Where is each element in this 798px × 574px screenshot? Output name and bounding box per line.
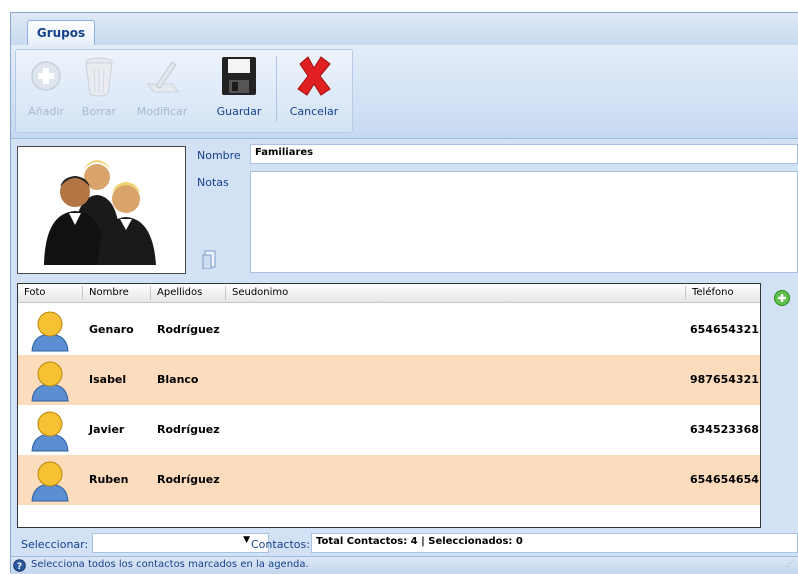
add-icon	[31, 61, 61, 91]
ribbon-tabstrip: Grupos	[11, 13, 798, 47]
status-bar: ? Selecciona todos los contactos marcado…	[11, 556, 798, 574]
delete-button[interactable]: Borrar	[74, 52, 124, 122]
contact-photo-icon	[31, 311, 69, 352]
save-label: Guardar	[216, 105, 262, 118]
contact-photo-icon	[31, 411, 69, 452]
contacts-label: Contactos:	[251, 538, 310, 551]
contact-photo-icon	[31, 361, 69, 402]
contact-name: Isabel	[89, 373, 127, 386]
modify-label: Modificar	[136, 105, 188, 118]
contact-surname: Rodríguez	[157, 423, 220, 436]
contact-phone: 987654321	[690, 373, 759, 386]
table-row[interactable]: Genaro Rodríguez 654654321	[18, 305, 760, 355]
header-separator	[150, 286, 151, 300]
contact-surname: Rodríguez	[157, 473, 220, 486]
header-alias[interactable]: Seudonimo	[232, 287, 288, 298]
group-users-icon	[44, 160, 156, 265]
table-row[interactable]: Javier Rodríguez 634523368	[18, 405, 760, 455]
table-row[interactable]: Ruben Rodríguez 654654654	[18, 455, 760, 505]
select-dropdown[interactable]: ▼	[92, 533, 269, 553]
header-separator	[225, 286, 226, 300]
table-row[interactable]: Isabel Blanco 987654321	[18, 355, 760, 405]
select-label: Seleccionar:	[21, 538, 89, 551]
floppy-disk-icon	[222, 57, 256, 95]
chevron-down-icon: ▼	[243, 535, 250, 545]
tab-grupos[interactable]: Grupos	[27, 20, 95, 47]
header-name[interactable]: Nombre	[89, 287, 129, 298]
header-surname[interactable]: Apellidos	[157, 287, 202, 298]
cancel-button[interactable]: Cancelar	[286, 52, 342, 122]
main-window: Grupos Añadir Borrar Modificar Guardar C…	[10, 12, 798, 574]
header-photo[interactable]: Foto	[24, 287, 46, 298]
table-header: Foto Nombre Apellidos Seudonimo Teléfono	[18, 284, 760, 303]
edit-icon	[147, 61, 179, 93]
contacts-table: Foto Nombre Apellidos Seudonimo Teléfono…	[17, 283, 761, 528]
notes-field[interactable]	[250, 171, 798, 273]
save-button[interactable]: Guardar	[212, 52, 266, 122]
add-label: Añadir	[28, 105, 64, 118]
header-phone[interactable]: Teléfono	[692, 287, 734, 298]
contact-phone: 634523368	[690, 423, 759, 436]
name-value: Familiares	[255, 147, 314, 158]
header-separator	[685, 286, 686, 300]
name-field[interactable]: Familiares	[250, 144, 798, 164]
cancel-label: Cancelar	[289, 105, 339, 118]
ribbon-separator	[276, 56, 277, 122]
add-contact-icon[interactable]	[773, 289, 791, 307]
cancel-x-icon	[297, 56, 331, 96]
ribbon-group-actions: Añadir Borrar Modificar Guardar Cancelar	[15, 49, 353, 133]
contact-name: Ruben	[89, 473, 129, 486]
contact-name: Javier	[89, 423, 125, 436]
contact-phone: 654654654	[690, 473, 759, 486]
notes-label: Notas	[197, 176, 229, 189]
contact-surname: Rodríguez	[157, 323, 220, 336]
contact-phone: 654654321	[690, 323, 759, 336]
svg-text:?: ?	[17, 562, 22, 572]
contact-photo-icon	[31, 461, 69, 502]
header-separator	[82, 286, 83, 300]
contact-surname: Blanco	[157, 373, 199, 386]
contact-name: Genaro	[89, 323, 134, 336]
contacts-summary: Total Contactos: 4 | Seleccionados: 0	[316, 536, 523, 547]
ribbon: Añadir Borrar Modificar Guardar Cancelar	[11, 45, 798, 139]
contacts-summary-field: Total Contactos: 4 | Seleccionados: 0	[311, 533, 798, 553]
trash-icon	[85, 57, 113, 97]
help-icon: ?	[13, 559, 26, 572]
delete-label: Borrar	[81, 105, 117, 118]
notes-attach-icon[interactable]	[201, 249, 217, 269]
resize-grip-icon[interactable]: ⋰	[786, 559, 795, 569]
status-text: Selecciona todos los contactos marcados …	[31, 559, 309, 570]
name-label: Nombre	[197, 149, 241, 162]
modify-button[interactable]: Modificar	[134, 52, 190, 122]
group-photo[interactable]	[17, 146, 186, 274]
add-button[interactable]: Añadir	[24, 52, 68, 122]
